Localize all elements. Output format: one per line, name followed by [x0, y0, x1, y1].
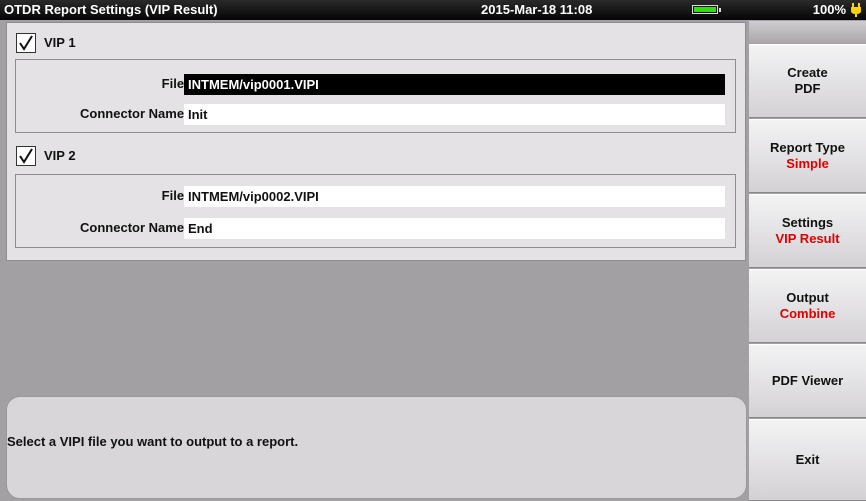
softkey-sub: VIP Result [775, 231, 840, 246]
softkey-label: Report Type [770, 140, 845, 155]
vip-settings-panel: VIP 1 File : INTMEM/vip0001.VIPI Connect… [6, 22, 746, 261]
battery-icon [692, 5, 718, 14]
vip1-label: VIP 1 [44, 35, 76, 50]
softkey-label: PDF Viewer [771, 373, 844, 388]
report-type-button[interactable]: Report Type Simple [749, 119, 866, 193]
checkmark-icon [19, 148, 33, 164]
vip1-file-field[interactable]: INTMEM/vip0001.VIPI [184, 74, 725, 95]
vip1-connector-row[interactable]: Connector Name : Init [16, 104, 735, 125]
output-button[interactable]: Output Combine [749, 269, 866, 343]
connector-name-label: Connector Name : [80, 220, 192, 235]
exit-button[interactable]: Exit [749, 419, 866, 501]
vip2-checkbox[interactable] [16, 146, 36, 166]
vip1-checkbox[interactable] [16, 33, 36, 53]
message-area: Select a VIPI file you want to output to… [6, 396, 747, 499]
plug-icon [851, 3, 861, 17]
softkey-sub: PDF [794, 81, 821, 96]
vip1-file-row[interactable]: File : INTMEM/vip0001.VIPI [16, 74, 735, 95]
vip1-connector-field[interactable]: Init [184, 104, 725, 125]
pdf-viewer-button[interactable]: PDF Viewer [749, 344, 866, 418]
vip2-label: VIP 2 [44, 148, 76, 163]
battery-percent: 100% [812, 2, 846, 17]
connector-name-label: Connector Name : [80, 106, 192, 121]
datetime: 2015-Mar-18 11:08 [481, 2, 593, 17]
window-title: OTDR Report Settings (VIP Result) [4, 2, 218, 17]
battery-tip [719, 8, 721, 12]
status-message: Select a VIPI file you want to output to… [7, 434, 299, 449]
softkey-sub: Simple [786, 156, 829, 171]
softkey-label: Settings [781, 215, 834, 230]
vip2-file-field[interactable]: INTMEM/vip0002.VIPI [184, 186, 725, 207]
softkey-column: Create PDF Report Type Simple Settings V… [749, 21, 866, 501]
softkey-label: Exit [795, 452, 820, 467]
vip2-group: File : INTMEM/vip0002.VIPI Connector Nam… [15, 174, 736, 248]
softkey-sub: Combine [779, 306, 836, 321]
vip2-file-row[interactable]: File : INTMEM/vip0002.VIPI [16, 186, 735, 207]
vip2-connector-row[interactable]: Connector Name : End [16, 218, 735, 239]
create-pdf-button[interactable]: Create PDF [749, 44, 866, 118]
vip2-connector-field[interactable]: End [184, 218, 725, 239]
battery-level [694, 7, 716, 12]
softkey-header [749, 21, 866, 43]
softkey-label: Create [787, 65, 828, 80]
title-bar: OTDR Report Settings (VIP Result) 2015-M… [0, 0, 866, 20]
settings-button[interactable]: Settings VIP Result [749, 194, 866, 268]
softkey-label: Output [786, 290, 829, 305]
checkmark-icon [19, 35, 33, 51]
vip1-group: File : INTMEM/vip0001.VIPI Connector Nam… [15, 59, 736, 133]
